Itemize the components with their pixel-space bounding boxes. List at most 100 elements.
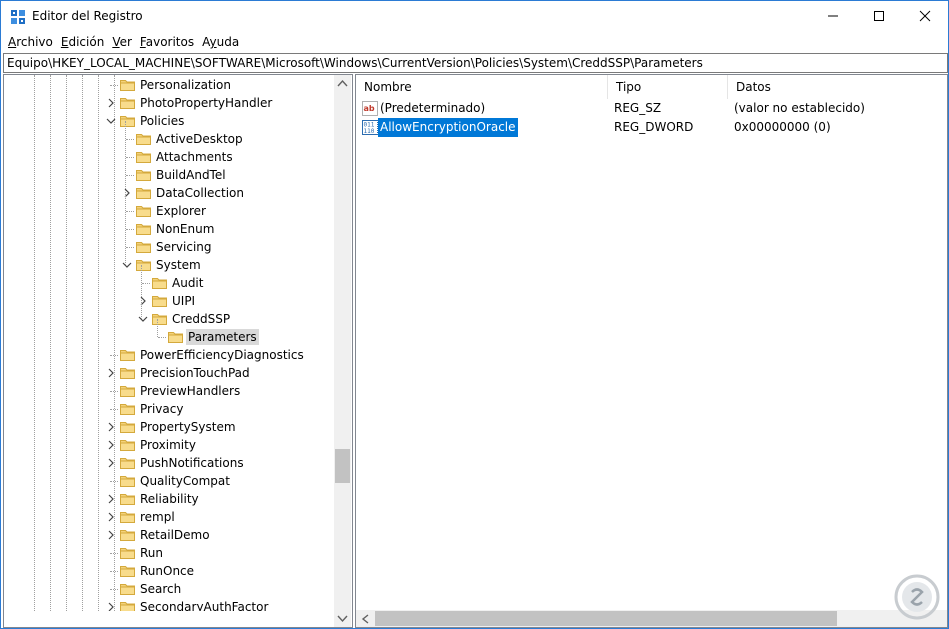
chevron-right-icon[interactable] xyxy=(106,368,116,378)
tree-item-rempl[interactable]: rempl xyxy=(4,508,334,526)
tree-connector-line xyxy=(110,409,118,410)
tree-item-powerefficiencydiagnostics[interactable]: PowerEfficiencyDiagnostics xyxy=(4,346,334,364)
tree-item-secondaryauthfactor[interactable]: SecondaryAuthFactor xyxy=(4,598,334,611)
folder-icon xyxy=(120,98,135,109)
tree-item-label: Servicing xyxy=(156,240,212,254)
tree-item-label: RetailDemo xyxy=(140,528,210,542)
folder-icon xyxy=(168,332,183,343)
title-bar[interactable]: Editor del Registro xyxy=(1,1,948,32)
chevron-right-icon[interactable] xyxy=(106,440,116,450)
tree-connector-line xyxy=(142,283,150,284)
chevron-right-icon[interactable] xyxy=(106,422,116,432)
address-bar[interactable]: Equipo\HKEY_LOCAL_MACHINE\SOFTWARE\Micro… xyxy=(3,53,948,73)
scroll-left-icon[interactable] xyxy=(361,614,370,624)
list-scroll-thumb[interactable] xyxy=(375,611,837,626)
tree-item-attachments[interactable]: Attachments xyxy=(4,148,334,166)
tree-item-search[interactable]: Search xyxy=(4,580,334,598)
folder-icon xyxy=(136,260,151,271)
menu-ayuda[interactable]: Ayuda xyxy=(198,33,243,51)
folder-icon xyxy=(120,602,135,611)
menu-ver[interactable]: Ver xyxy=(108,33,136,51)
tree-item-datacollection[interactable]: DataCollection xyxy=(4,184,334,202)
tree-item-policies[interactable]: Policies xyxy=(4,112,334,130)
scroll-down-icon[interactable] xyxy=(337,614,348,623)
chevron-right-icon[interactable] xyxy=(106,458,116,468)
registry-editor-window: Editor del Registro Archivo Edición Ver … xyxy=(0,0,949,629)
chevron-right-icon[interactable] xyxy=(106,512,116,522)
string-value-icon: ab xyxy=(362,101,378,116)
tree-item-label: PropertySystem xyxy=(140,420,236,434)
tree-item-system[interactable]: System xyxy=(4,256,334,274)
value-data: 0x00000000 (0) xyxy=(734,120,831,134)
chevron-right-icon[interactable] xyxy=(106,530,116,540)
menu-archivo[interactable]: Archivo xyxy=(4,33,57,51)
tree-item-qualitycompat[interactable]: QualityCompat xyxy=(4,472,334,490)
tree-item-label: rempl xyxy=(140,510,175,524)
tree-item-label: CreddSSP xyxy=(172,312,231,326)
column-header-tipo[interactable]: Tipo xyxy=(608,75,728,99)
tree-connector-line xyxy=(158,337,166,338)
chevron-right-icon[interactable] xyxy=(106,98,116,108)
solvetic-logo-icon xyxy=(894,574,940,620)
address-path[interactable]: Equipo\HKEY_LOCAL_MACHINE\SOFTWARE\Micro… xyxy=(7,56,703,70)
tree-item-precisiontouchpad[interactable]: PrecisionTouchPad xyxy=(4,364,334,382)
tree-item-explorer[interactable]: Explorer xyxy=(4,202,334,220)
tree-scroll-thumb[interactable] xyxy=(335,449,350,483)
tree-connector-line xyxy=(126,229,134,230)
tree-item-uipi[interactable]: UIPI xyxy=(4,292,334,310)
tree-item-proximity[interactable]: Proximity xyxy=(4,436,334,454)
chevron-right-icon[interactable] xyxy=(106,602,116,611)
key-tree: Personalization PhotoPropertyHandler Polic… xyxy=(4,75,334,611)
folder-icon xyxy=(120,440,135,451)
tree-item-activedesktop[interactable]: ActiveDesktop xyxy=(4,130,334,148)
values-list-pane[interactable]: Nombre Tipo Datos ab (Predeterminado) RE… xyxy=(355,74,948,628)
chevron-right-icon[interactable] xyxy=(122,188,132,198)
menu-favoritos[interactable]: Favoritos xyxy=(136,33,198,51)
tree-item-run[interactable]: Run xyxy=(4,544,334,562)
tree-item-label: Explorer xyxy=(156,204,206,218)
tree-item-photopropertyhandler[interactable]: PhotoPropertyHandler xyxy=(4,94,334,112)
menu-edicion[interactable]: Edición xyxy=(57,33,108,51)
chevron-down-icon[interactable] xyxy=(106,116,116,126)
tree-item-label: BuildAndTel xyxy=(156,168,226,182)
tree-item-buildandtel[interactable]: BuildAndTel xyxy=(4,166,334,184)
folder-icon xyxy=(152,296,167,307)
tree-item-nonenum[interactable]: NonEnum xyxy=(4,220,334,238)
tree-item-runonce[interactable]: RunOnce xyxy=(4,562,334,580)
folder-icon xyxy=(120,566,135,577)
list-horizontal-scrollbar[interactable] xyxy=(356,610,947,627)
tree-item-propertysystem[interactable]: PropertySystem xyxy=(4,418,334,436)
chevron-down-icon[interactable] xyxy=(138,314,148,324)
close-button[interactable] xyxy=(902,1,948,31)
value-row-selected[interactable]: 011 110 AllowEncryptionOracle REG_DWORD … xyxy=(356,117,947,138)
tree-item-reliability[interactable]: Reliability xyxy=(4,490,334,508)
column-header-datos[interactable]: Datos xyxy=(728,75,947,99)
key-tree-pane[interactable]: Personalization PhotoPropertyHandler Polic… xyxy=(3,74,353,628)
value-row[interactable]: ab (Predeterminado) REG_SZ (valor no est… xyxy=(356,99,947,118)
column-header-nombre[interactable]: Nombre xyxy=(356,75,608,99)
tree-item-audit[interactable]: Audit xyxy=(4,274,334,292)
tree-item-privacy[interactable]: Privacy xyxy=(4,400,334,418)
scroll-up-icon[interactable] xyxy=(337,79,348,88)
tree-item-previewhandlers[interactable]: PreviewHandlers xyxy=(4,382,334,400)
chevron-down-icon[interactable] xyxy=(122,260,132,270)
tree-vertical-scrollbar[interactable] xyxy=(334,75,351,627)
minimize-button[interactable] xyxy=(810,1,856,31)
value-type: REG_SZ xyxy=(614,101,662,115)
tree-item-label: PhotoPropertyHandler xyxy=(140,96,273,110)
tree-item-parameters[interactable]: Parameters xyxy=(4,328,334,346)
tree-item-retaildemo[interactable]: RetailDemo xyxy=(4,526,334,544)
tree-connector-line xyxy=(126,157,134,158)
chevron-right-icon[interactable] xyxy=(106,494,116,504)
tree-item-servicing[interactable]: Servicing xyxy=(4,238,334,256)
folder-icon xyxy=(120,494,135,505)
value-data: (valor no establecido) xyxy=(734,101,865,115)
tree-item-pushnotifications[interactable]: PushNotifications xyxy=(4,454,334,472)
tree-item-personalization[interactable]: Personalization xyxy=(4,76,334,94)
chevron-right-icon[interactable] xyxy=(138,296,148,306)
tree-item-label: Audit xyxy=(172,276,204,290)
tree-item-label: PowerEfficiencyDiagnostics xyxy=(140,348,304,362)
folder-icon xyxy=(120,422,135,433)
tree-item-creddssp[interactable]: CreddSSP xyxy=(4,310,334,328)
maximize-button[interactable] xyxy=(856,1,902,31)
